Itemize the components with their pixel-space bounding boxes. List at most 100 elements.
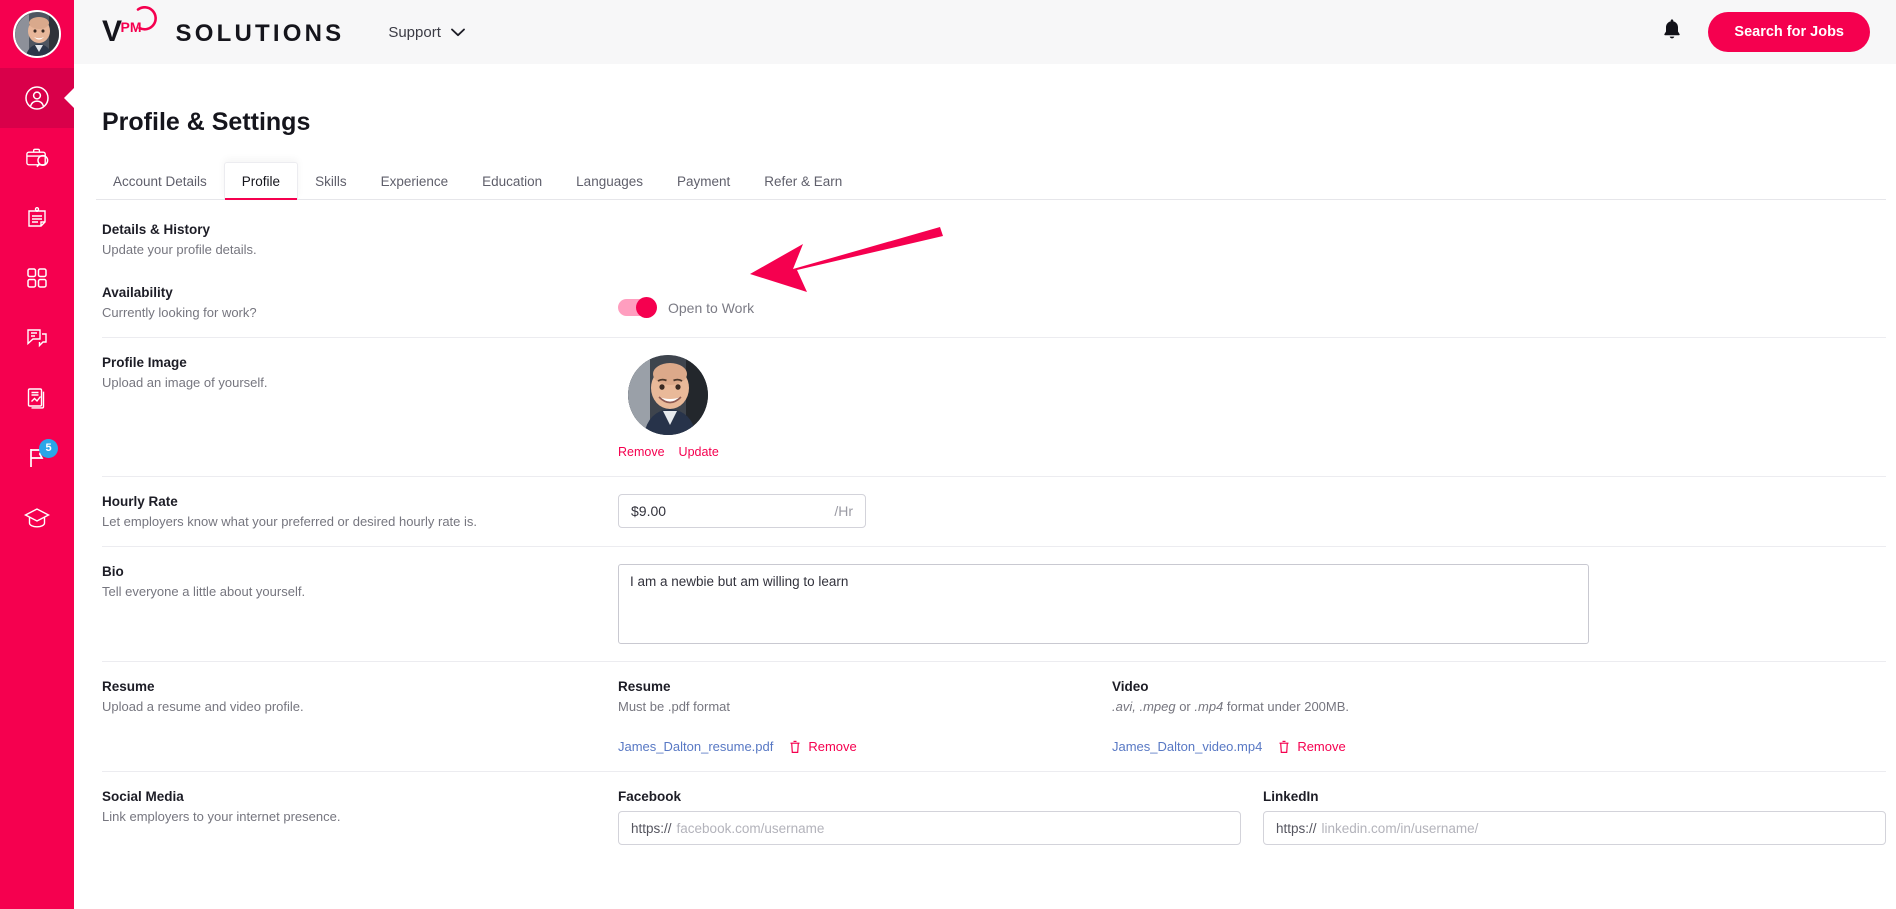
sidebar-nav: 5 — [0, 68, 74, 548]
hourly-rate-value: $9.00 — [631, 503, 667, 519]
video-fmt-tail: format under 200MB. — [1223, 699, 1350, 714]
sidebar-item-messages[interactable] — [0, 308, 74, 368]
social-media-subtitle: Link employers to your internet presence… — [102, 809, 341, 824]
resume-col-title: Resume — [618, 679, 671, 694]
sidebar-item-flag[interactable]: 5 — [0, 428, 74, 488]
facebook-input[interactable]: https:// facebook.com/username — [618, 811, 1241, 845]
tab-experience[interactable]: Experience — [364, 163, 466, 199]
tab-payment[interactable]: Payment — [660, 163, 747, 199]
linkedin-field-group: LinkedIn https:// linkedin.com/in/userna… — [1263, 789, 1886, 845]
files-row: Resume Must be .pdf format James_Dalton_… — [618, 679, 1886, 754]
id-card-document-icon — [28, 206, 46, 227]
search-for-jobs-button[interactable]: Search for Jobs — [1708, 12, 1870, 52]
availability-toggle-label: Open to Work — [668, 299, 755, 316]
profile-image-section: Profile Image Upload an image of yoursel… — [102, 338, 1886, 477]
brand-arc-icon — [136, 6, 157, 31]
video-file-column: Video .avi, .mpeg or .mp4 format under 2… — [1112, 679, 1886, 754]
reports-chart-icon — [27, 388, 45, 409]
brand-letter-v: V — [102, 15, 122, 48]
resume-col-subtitle: Must be .pdf format — [618, 699, 730, 714]
facebook-label: Facebook — [618, 789, 682, 804]
video-file-line: James_Dalton_video.mp4 Remove — [1112, 739, 1886, 754]
hourly-rate-suffix: /Hr — [834, 503, 853, 519]
linkedin-label: LinkedIn — [1263, 789, 1319, 804]
tab-profile[interactable]: Profile — [223, 162, 299, 200]
resume-remove-button[interactable]: Remove — [789, 739, 857, 754]
trash-icon — [1279, 740, 1289, 753]
social-media-section: Social Media Link employers to your inte… — [102, 772, 1886, 862]
availability-section: Availability Currently looking for work?… — [102, 271, 1886, 338]
user-avatar-photo[interactable] — [13, 10, 61, 58]
video-fmt-1: .avi, .mpeg — [1112, 699, 1176, 714]
bio-title: Bio — [102, 564, 124, 579]
resume-subtitle: Upload a resume and video profile. — [102, 699, 304, 714]
top-header: V PM SOLUTIONS Support Search for Jobs — [74, 0, 1896, 64]
resume-file-name[interactable]: James_Dalton_resume.pdf — [618, 739, 773, 754]
resume-file-column: Resume Must be .pdf format James_Dalton_… — [618, 679, 1112, 754]
update-profile-image-link[interactable]: Update — [679, 445, 719, 459]
profile-image-preview[interactable] — [628, 355, 709, 435]
video-file-name[interactable]: James_Dalton_video.mp4 — [1112, 739, 1262, 754]
graduation-cap-icon — [23, 508, 51, 528]
sidebar-avatar[interactable] — [0, 0, 74, 68]
sidebar-item-education[interactable] — [0, 488, 74, 548]
tab-account-details[interactable]: Account Details — [96, 163, 224, 199]
profile-photo-graphic — [628, 355, 709, 435]
linkedin-input[interactable]: https:// linkedin.com/in/username/ — [1263, 811, 1886, 845]
hourly-rate-input[interactable]: $9.00 /Hr — [618, 494, 866, 528]
profile-image-subtitle: Upload an image of yourself. — [102, 375, 268, 390]
resume-section: Resume Upload a resume and video profile… — [102, 662, 1886, 772]
sidebar-item-documents[interactable] — [0, 188, 74, 248]
profile-user-icon — [25, 86, 49, 110]
notification-bell-icon[interactable] — [1662, 18, 1682, 46]
social-inputs-row: Facebook https:// facebook.com/username … — [618, 789, 1886, 845]
hourly-rate-subtitle: Let employers know what your preferred o… — [102, 514, 478, 529]
tab-languages[interactable]: Languages — [559, 163, 660, 199]
linkedin-url-prefix: https:// — [1276, 820, 1317, 836]
avatar-photo-graphic — [15, 12, 59, 56]
bell-glyph — [1664, 19, 1681, 39]
sidebar-item-dashboard[interactable] — [0, 248, 74, 308]
main-content: Profile & Settings Account Details Profi… — [74, 64, 1896, 909]
details-history-subtitle: Update your profile details. — [102, 242, 257, 257]
linkedin-url-placeholder: linkedin.com/in/username/ — [1321, 820, 1479, 836]
sidebar: 5 — [0, 0, 74, 909]
flag-badge-count: 5 — [39, 439, 58, 458]
tab-skills[interactable]: Skills — [298, 163, 364, 199]
toggle-knob — [636, 297, 657, 318]
remove-profile-image-link[interactable]: Remove — [618, 445, 665, 459]
bio-subtitle: Tell everyone a little about yourself. — [102, 584, 306, 599]
availability-toggle[interactable] — [618, 297, 657, 318]
tab-refer-earn[interactable]: Refer & Earn — [747, 163, 859, 199]
video-col-subtitle: .avi, .mpeg or .mp4 format under 200MB. — [1112, 699, 1886, 714]
header-actions: Search for Jobs — [1662, 12, 1870, 52]
trash-icon — [790, 740, 800, 753]
hourly-rate-title: Hourly Rate — [102, 494, 178, 509]
bio-textarea[interactable] — [618, 564, 1589, 644]
social-media-title: Social Media — [102, 789, 184, 804]
chevron-down-icon — [450, 28, 465, 36]
profile-image-block: Remove Update — [618, 355, 719, 459]
sidebar-item-reports[interactable] — [0, 368, 74, 428]
video-remove-button[interactable]: Remove — [1278, 739, 1346, 754]
hourly-rate-section: Hourly Rate Let employers know what your… — [102, 477, 1886, 547]
details-history-heading: Details & History Update your profile de… — [102, 200, 1886, 257]
brand-logo[interactable]: V PM SOLUTIONS — [102, 6, 345, 49]
tab-education[interactable]: Education — [465, 163, 559, 199]
profile-image-title: Profile Image — [102, 355, 187, 370]
details-history-title: Details & History — [102, 222, 211, 237]
facebook-url-placeholder: facebook.com/username — [676, 820, 825, 836]
video-remove-label: Remove — [1297, 739, 1346, 754]
page-title: Profile & Settings — [102, 108, 311, 136]
sidebar-item-profile[interactable] — [0, 68, 74, 128]
facebook-field-group: Facebook https:// facebook.com/username — [618, 789, 1241, 845]
support-menu[interactable]: Support — [388, 24, 465, 41]
sidebar-item-job-search[interactable] — [0, 128, 74, 188]
app-root: 5 V PM SOLUTIONS Support Search for Jobs… — [0, 0, 1896, 909]
video-fmt-mid: or — [1175, 699, 1195, 714]
availability-subtitle: Currently looking for work? — [102, 305, 257, 320]
bio-section: Bio Tell everyone a little about yoursel… — [102, 547, 1886, 662]
resume-title: Resume — [102, 679, 155, 694]
brand-word: SOLUTIONS — [175, 20, 345, 47]
availability-toggle-row: Open to Work — [618, 285, 754, 320]
